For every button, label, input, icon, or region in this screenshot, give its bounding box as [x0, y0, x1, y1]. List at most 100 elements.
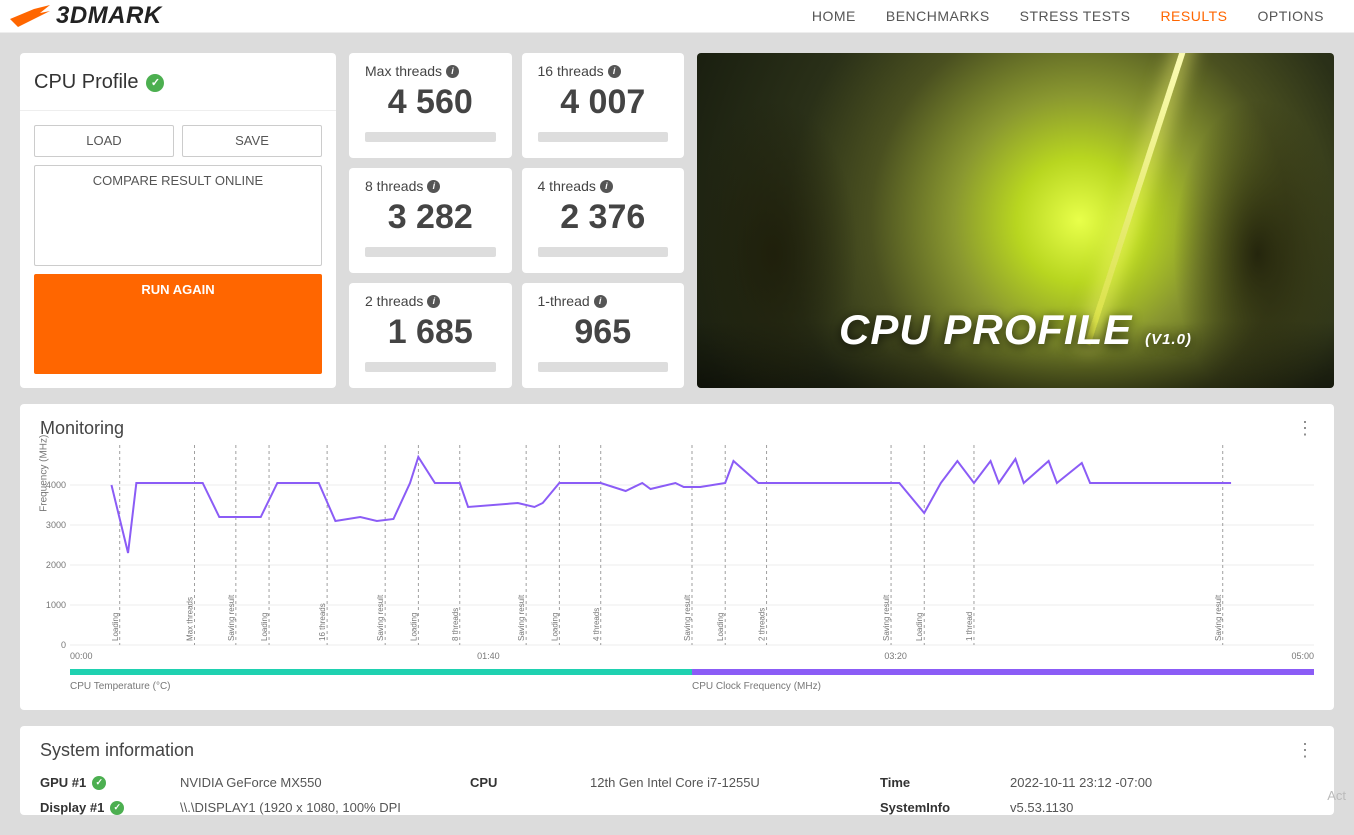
chart-y-axis-label: Frequency (MHz) [39, 435, 50, 512]
main-nav: HOME BENCHMARKS STRESS TESTS RESULTS OPT… [812, 8, 1324, 24]
svg-text:3000: 3000 [46, 520, 66, 530]
scores-grid: Max threads i 4 560 16 threads i 4 007 8 t… [349, 53, 684, 388]
verified-icon: ✓ [146, 74, 164, 92]
score-bar [538, 362, 669, 372]
xtick: 00:00 [70, 651, 93, 661]
gpu-label: GPU #1 [40, 775, 86, 790]
info-icon[interactable]: i [427, 295, 440, 308]
score-card-4-threads: 4 threads i 2 376 [522, 168, 685, 273]
kebab-menu-icon[interactable]: ⋮ [1296, 740, 1314, 761]
score-label: 16 threads [538, 63, 604, 79]
system-info-panel: System information ⋮ GPU #1✓ NVIDIA GeFo… [20, 726, 1334, 815]
svg-text:8 threads: 8 threads [451, 608, 460, 641]
svg-text:Saving result: Saving result [683, 594, 692, 641]
systeminfo-value: v5.53.1130 [1010, 800, 1314, 815]
score-card-16-threads: 16 threads i 4 007 [522, 53, 685, 158]
info-icon[interactable]: i [608, 65, 621, 78]
hero-image: CPU PROFILE (V1.0) [697, 53, 1334, 388]
monitoring-title: Monitoring [40, 418, 124, 439]
score-bar [365, 362, 496, 372]
score-value: 4 560 [365, 83, 496, 122]
time-value: 2022-10-11 23:12 -07:00 [1010, 775, 1314, 790]
svg-text:Saving result: Saving result [376, 594, 385, 641]
score-bar [538, 247, 669, 257]
score-label: 2 threads [365, 293, 423, 309]
info-icon[interactable]: i [600, 180, 613, 193]
svg-text:Max threads: Max threads [185, 597, 194, 641]
verified-icon: ✓ [110, 801, 124, 815]
svg-text:Saving result: Saving result [1214, 594, 1223, 641]
load-button[interactable]: LOAD [34, 125, 174, 157]
svg-text:Loading: Loading [550, 613, 559, 641]
score-value: 2 376 [538, 198, 669, 237]
display-label: Display #1 [40, 800, 104, 815]
chart-x-ticks: 00:00 01:40 03:20 05:00 [70, 651, 1314, 661]
score-bar [365, 132, 496, 142]
score-bar [538, 132, 669, 142]
score-card-8-threads: 8 threads i 3 282 [349, 168, 512, 273]
cpu-value: 12th Gen Intel Core i7-1255U [590, 775, 870, 790]
svg-text:Loading: Loading [260, 613, 269, 641]
legend-temp: CPU Temperature (°C) [70, 681, 692, 692]
xtick: 05:00 [1291, 651, 1314, 661]
score-label: 4 threads [538, 178, 596, 194]
svg-text:0: 0 [61, 640, 66, 650]
topbar: 3DMARK HOME BENCHMARKS STRESS TESTS RESU… [0, 0, 1354, 33]
legend-freq: CPU Clock Frequency (MHz) [692, 681, 1314, 692]
watermark: Act [1327, 788, 1346, 803]
score-label: 8 threads [365, 178, 423, 194]
run-again-button[interactable]: RUN AGAIN [34, 274, 322, 375]
nav-options[interactable]: OPTIONS [1257, 8, 1324, 24]
legend-bar-freq[interactable] [692, 669, 1314, 675]
monitoring-panel: Monitoring ⋮ Frequency (MHz) 01000200030… [20, 404, 1334, 710]
xtick: 01:40 [477, 651, 500, 661]
legend-bar-temp[interactable] [70, 669, 692, 675]
svg-text:2 threads: 2 threads [758, 608, 767, 641]
verified-icon: ✓ [92, 776, 106, 790]
score-card-1-thread: 1-threadi 965 [522, 283, 685, 388]
page-title: CPU Profile [34, 71, 138, 94]
nav-benchmarks[interactable]: BENCHMARKS [886, 8, 990, 24]
kebab-menu-icon[interactable]: ⋮ [1296, 418, 1314, 439]
compare-online-button[interactable]: COMPARE RESULT ONLINE [34, 165, 322, 266]
logo: 3DMARK [10, 2, 162, 30]
svg-text:1 thread: 1 thread [965, 612, 974, 641]
legend-bars [70, 669, 1314, 675]
save-button[interactable]: SAVE [182, 125, 322, 157]
divider [20, 110, 336, 111]
logo-text: 3DMARK [56, 2, 162, 30]
score-value: 1 685 [365, 313, 496, 352]
cpu-label: CPU [470, 775, 580, 790]
info-icon[interactable]: i [446, 65, 459, 78]
svg-text:Saving result: Saving result [227, 594, 236, 641]
svg-text:Loading: Loading [716, 613, 725, 641]
sysinfo-title: System information [40, 740, 194, 761]
score-card-max-threads: Max threads i 4 560 [349, 53, 512, 158]
score-card-2-threads: 2 threads i 1 685 [349, 283, 512, 388]
info-icon[interactable]: i [594, 295, 607, 308]
svg-text:Saving result: Saving result [517, 594, 526, 641]
frequency-line-chart: 01000200030004000LoadingMax threadsSavin… [70, 445, 1314, 645]
monitoring-chart: Frequency (MHz) 01000200030004000Loading… [70, 445, 1314, 645]
info-icon[interactable]: i [427, 180, 440, 193]
nav-results[interactable]: RESULTS [1160, 8, 1227, 24]
time-label: Time [880, 775, 1000, 790]
svg-text:16 threads: 16 threads [318, 603, 327, 641]
cpu-profile-panel: CPU Profile ✓ LOAD SAVE COMPARE RESULT O… [20, 53, 336, 388]
systeminfo-label: SystemInfo [880, 800, 1000, 815]
svg-text:4 threads: 4 threads [592, 608, 601, 641]
svg-text:Loading: Loading [111, 613, 120, 641]
svg-text:Saving result: Saving result [882, 594, 891, 641]
score-bar [365, 247, 496, 257]
score-label: Max threads [365, 63, 442, 79]
xtick: 03:20 [884, 651, 907, 661]
svg-text:Loading: Loading [915, 613, 924, 641]
score-value: 965 [538, 313, 669, 352]
score-value: 3 282 [365, 198, 496, 237]
nav-stress-tests[interactable]: STRESS TESTS [1020, 8, 1131, 24]
hero-version: (V1.0) [1145, 331, 1192, 348]
score-value: 4 007 [538, 83, 669, 122]
svg-text:Loading: Loading [409, 613, 418, 641]
nav-home[interactable]: HOME [812, 8, 856, 24]
svg-text:2000: 2000 [46, 560, 66, 570]
